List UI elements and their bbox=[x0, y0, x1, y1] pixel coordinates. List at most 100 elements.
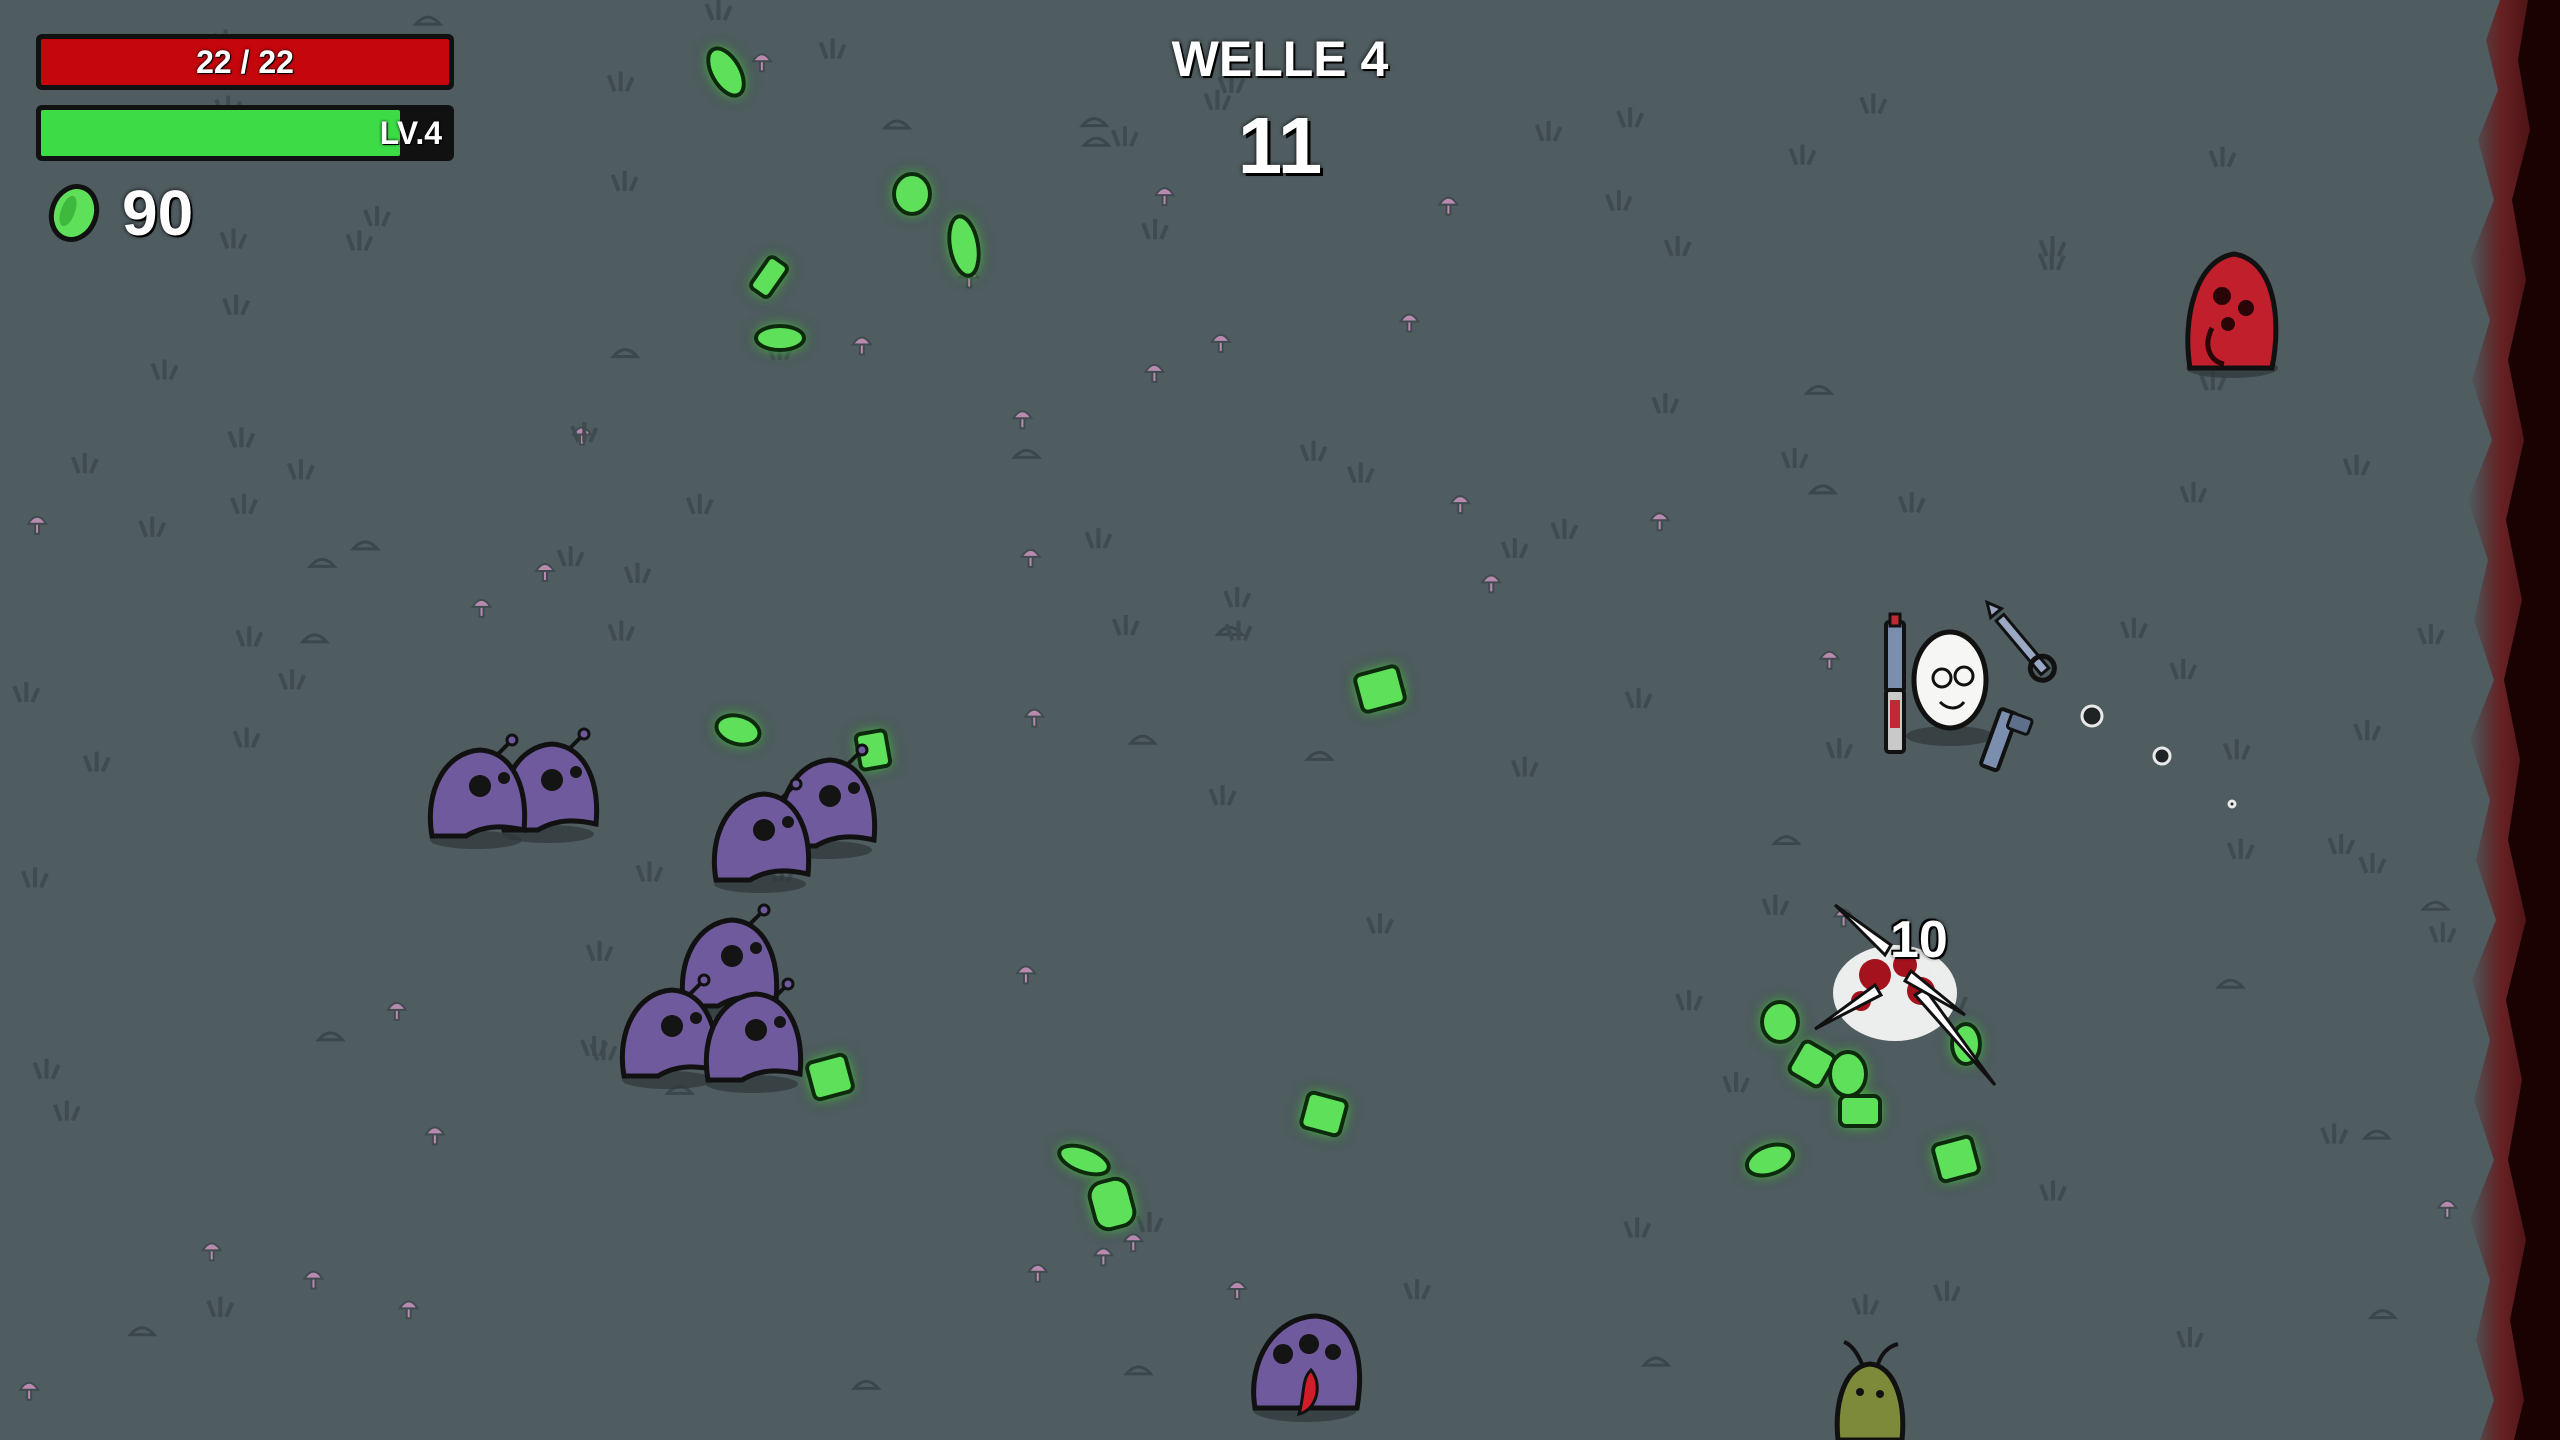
grass-tuft bbox=[1500, 537, 1529, 559]
mushroom bbox=[1209, 333, 1232, 353]
grass-tuft bbox=[2039, 1180, 2067, 1202]
grass-tuft bbox=[2428, 922, 2457, 944]
tree-enemy[interactable] bbox=[1834, 1340, 1906, 1440]
grass-tuft bbox=[1722, 1072, 1750, 1093]
pebble bbox=[299, 633, 330, 644]
material-icon bbox=[48, 184, 100, 242]
material-drop[interactable] bbox=[1299, 1090, 1349, 1138]
material-drop[interactable] bbox=[1055, 1140, 1112, 1180]
grass-tuft bbox=[1299, 440, 1328, 462]
grass-tuft bbox=[138, 516, 167, 538]
grass-tuft bbox=[1111, 615, 1140, 636]
grass-tuft bbox=[1624, 687, 1653, 709]
grass-tuft bbox=[1346, 462, 1375, 484]
grass-tuft bbox=[607, 620, 636, 642]
mushroom bbox=[302, 1270, 325, 1290]
pebble bbox=[412, 15, 444, 26]
grass-tuft bbox=[635, 861, 664, 883]
material-drop[interactable] bbox=[1760, 1000, 1800, 1044]
grass-tuft bbox=[1084, 528, 1113, 549]
smg-weapon bbox=[1884, 612, 1906, 694]
ground-decorations bbox=[12, 0, 2459, 1401]
grass-tuft bbox=[70, 453, 99, 474]
pebble bbox=[2361, 1129, 2393, 1140]
mushroom bbox=[1449, 495, 1472, 515]
material-drop[interactable] bbox=[1828, 1050, 1868, 1098]
experience-bar: LV.4 bbox=[36, 105, 454, 161]
pebble bbox=[1803, 384, 1835, 395]
material-drop[interactable] bbox=[749, 255, 789, 299]
grass-tuft bbox=[2176, 1327, 2204, 1348]
grass-tuft bbox=[1933, 1280, 1961, 1302]
grass-tuft bbox=[2358, 852, 2387, 874]
grass-tuft bbox=[1550, 518, 1579, 540]
material-drop[interactable] bbox=[892, 172, 932, 216]
mushroom bbox=[200, 1242, 223, 1262]
grass-tuft bbox=[222, 294, 250, 316]
grass-tuft bbox=[1224, 620, 1253, 642]
grass-tuft bbox=[230, 493, 258, 515]
grass-tuft bbox=[206, 1296, 235, 1318]
charger-alien[interactable] bbox=[2185, 251, 2279, 378]
grass-tuft bbox=[52, 1100, 81, 1122]
mushroom bbox=[751, 53, 773, 73]
health-text: 22 / 22 bbox=[196, 43, 294, 80]
grass-tuft bbox=[1675, 990, 1703, 1011]
wrench-weapon bbox=[1984, 599, 2057, 683]
grass-tuft bbox=[2208, 146, 2237, 168]
material-drop[interactable] bbox=[754, 324, 806, 352]
mushroom bbox=[1398, 313, 1421, 333]
mushroom bbox=[18, 1381, 40, 1401]
mushroom bbox=[397, 1300, 420, 1320]
materials-counter: 90 bbox=[44, 177, 194, 249]
damage-number: 10 bbox=[1890, 911, 1948, 969]
material-drop[interactable] bbox=[713, 711, 763, 749]
wave-timer: 11 bbox=[1237, 101, 1323, 190]
grass-tuft bbox=[2342, 454, 2371, 476]
potato-player[interactable] bbox=[1884, 595, 2059, 777]
material-drop[interactable] bbox=[1086, 1176, 1137, 1233]
material-drop[interactable] bbox=[1743, 1139, 1798, 1182]
shotgun-weapon bbox=[1884, 688, 1906, 754]
materials-layer bbox=[701, 42, 1982, 1233]
material-drop[interactable] bbox=[701, 42, 751, 101]
grass-tuft bbox=[570, 422, 599, 443]
grass-tuft bbox=[1605, 190, 1633, 212]
grass-tuft bbox=[2327, 833, 2356, 855]
materials-count: 90 bbox=[122, 177, 194, 249]
mushroom bbox=[2436, 1199, 2459, 1219]
grass-tuft bbox=[556, 546, 585, 567]
grass-tuft bbox=[1897, 492, 1926, 514]
pebble bbox=[126, 1326, 158, 1337]
wave-title: WELLE 4 bbox=[1171, 31, 1389, 87]
material-drop[interactable] bbox=[805, 1052, 855, 1102]
grass-tuft bbox=[363, 205, 391, 227]
grass-tuft bbox=[2120, 617, 2148, 639]
mushroom bbox=[424, 1126, 446, 1146]
mushroom bbox=[1648, 512, 1671, 532]
grass-tuft bbox=[12, 682, 41, 703]
pebble bbox=[1304, 750, 1335, 761]
material-drop[interactable] bbox=[945, 214, 983, 278]
health-bar: 22 / 22 bbox=[36, 34, 454, 90]
mushroom bbox=[1818, 650, 1841, 670]
tongue-alien[interactable] bbox=[1251, 1313, 1362, 1422]
material-drop[interactable] bbox=[1931, 1134, 1981, 1184]
mushroom bbox=[1026, 1263, 1049, 1283]
grass-tuft bbox=[1761, 894, 1790, 916]
grass-tuft bbox=[32, 1058, 61, 1080]
grass-tuft bbox=[227, 427, 256, 449]
grass-tuft bbox=[21, 867, 49, 889]
grass-tuft bbox=[623, 562, 652, 584]
grass-tuft bbox=[2222, 739, 2251, 761]
grass-tuft bbox=[606, 71, 635, 93]
mushroom bbox=[470, 598, 493, 618]
pebble bbox=[1807, 484, 1839, 495]
grass-tuft bbox=[1663, 236, 1692, 257]
material-drop[interactable] bbox=[1838, 1094, 1882, 1128]
level-text: LV.4 bbox=[379, 114, 442, 151]
material-drop[interactable] bbox=[1353, 664, 1407, 714]
grass-tuft bbox=[1366, 913, 1394, 935]
grass-tuft bbox=[1135, 1211, 1164, 1233]
grass-tuft bbox=[704, 0, 733, 21]
